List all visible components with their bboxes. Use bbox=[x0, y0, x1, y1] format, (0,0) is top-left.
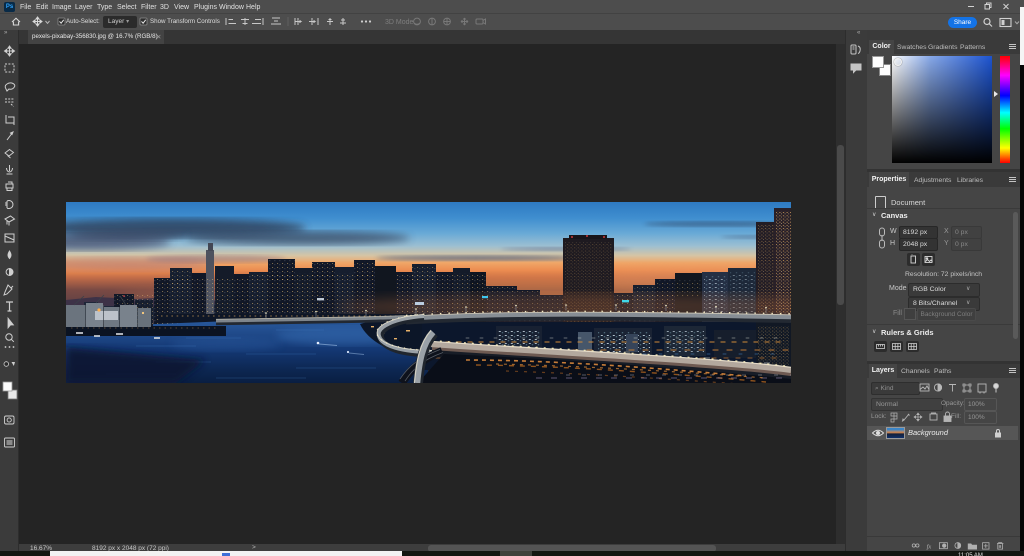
svg-text:fx: fx bbox=[927, 543, 932, 550]
svg-text:3D Mode: 3D Mode bbox=[385, 19, 414, 26]
